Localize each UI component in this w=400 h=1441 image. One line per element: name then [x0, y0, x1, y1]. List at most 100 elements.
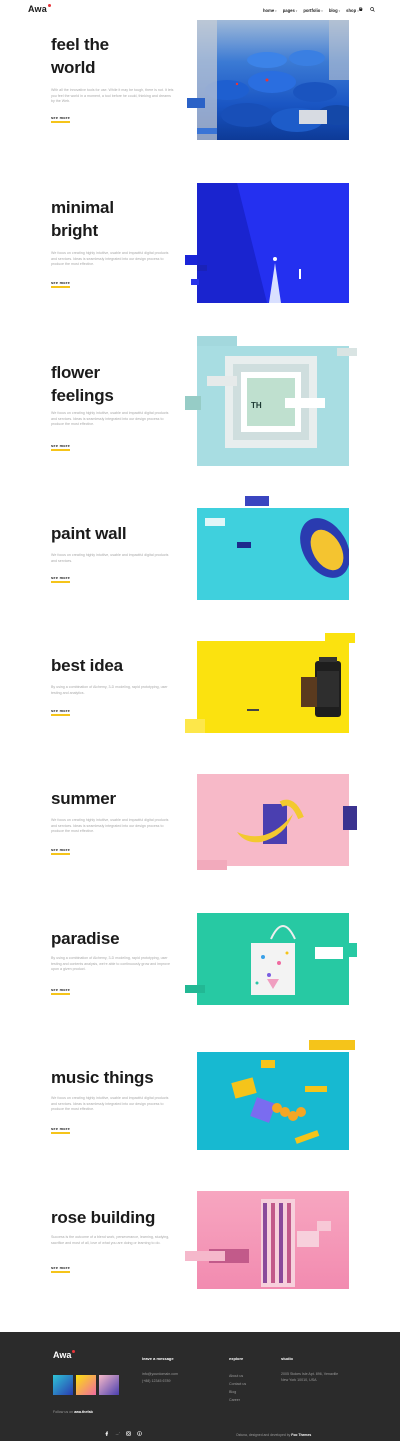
see-more-link[interactable]: see more [51, 444, 71, 451]
music-things-image[interactable] [197, 1040, 355, 1150]
glitch-fragment [185, 719, 205, 733]
section-title[interactable]: best idea [51, 654, 123, 677]
facebook-icon[interactable] [104, 1431, 109, 1436]
glitch-fragment [325, 633, 355, 643]
leave-message-heading: leave a message [142, 1356, 174, 1361]
section-description: We focus on creating highly intuitive, u… [51, 411, 169, 427]
explore-links: About us Contact us Blog Career [229, 1372, 246, 1404]
footer-link-career[interactable]: Career [229, 1396, 246, 1404]
site-footer: Awa Follow us on awa.thefab leave a mess… [0, 1332, 400, 1441]
section-description: We focus on creating highly intuitive, u… [51, 251, 169, 267]
glitch-fragment [245, 496, 269, 506]
see-more-link[interactable]: see more [51, 281, 71, 288]
twitter-icon[interactable] [115, 1431, 120, 1436]
svg-text:TH: TH [251, 401, 262, 410]
studio-heading: studio [281, 1356, 293, 1361]
glitch-fragment [347, 943, 357, 957]
see-more-link[interactable]: see more [51, 988, 71, 995]
follow-us-text: Follow us on awa.thefab [53, 1410, 93, 1414]
cart-icon[interactable] [358, 7, 363, 12]
nav-shop[interactable]: shop▾ [346, 8, 359, 13]
footer-link-contact[interactable]: Contact us [229, 1380, 246, 1388]
music-scene [231, 1060, 327, 1144]
glitch-fragment [197, 336, 237, 346]
see-more-link[interactable]: see more [51, 709, 71, 716]
glitch-fragment [191, 279, 199, 285]
film-roll-image[interactable] [185, 633, 355, 733]
tote-bag-image[interactable] [185, 913, 357, 1005]
blue-wall-image[interactable] [185, 183, 349, 303]
frame-scene: TH [207, 356, 325, 448]
explore-heading: explore [229, 1356, 244, 1361]
section-description: With all the innovative tools for use. W… [51, 88, 174, 104]
logo-dot [47, 4, 51, 7]
footer-link-blog[interactable]: Blog [229, 1388, 246, 1396]
see-more-link[interactable]: see more [51, 1127, 71, 1134]
tote-bag-scene [251, 925, 343, 995]
section-title[interactable]: rose building [51, 1206, 155, 1229]
section-title[interactable]: summer [51, 787, 116, 810]
banana-scene [237, 799, 304, 844]
section-description: By using a combination of Alchemy, 3-D m… [51, 956, 170, 972]
glitch-fragment [337, 348, 357, 356]
search-icon[interactable] [370, 7, 375, 12]
see-more-link[interactable]: see more [51, 576, 71, 583]
studio-address: 2005 Stokes Isle Apt. 896, Venaville New… [281, 1372, 339, 1382]
instagram-icon[interactable] [126, 1431, 131, 1436]
see-more-link[interactable]: see more [51, 116, 71, 123]
pink-building-image[interactable] [185, 1191, 349, 1289]
sneaker-scene [205, 518, 349, 578]
blue-umbrellas-image[interactable] [187, 20, 349, 140]
section-title[interactable]: paradise [51, 927, 120, 950]
contact-phone: (+88) 12345 6789 [142, 1379, 171, 1383]
site-header: Awa home▾ pages▾ portfolio▾ blog▾ shop▾ [0, 0, 400, 20]
glitch-fragment [309, 1040, 355, 1050]
glitch-fragment [187, 98, 205, 108]
glitch-fragment [343, 806, 357, 830]
instagram-thumb[interactable] [76, 1375, 96, 1395]
instagram-thumb[interactable] [53, 1375, 73, 1395]
author-link[interactable]: Foo Themes [291, 1433, 311, 1437]
section-description: We focus on creating highly intuitive, u… [51, 553, 169, 563]
frame-mockup-image[interactable]: TH [185, 336, 357, 466]
glitch-fragment [317, 1221, 331, 1231]
contact-email[interactable]: info@yourdomain.com [142, 1372, 178, 1378]
glitch-fragment [197, 860, 227, 870]
nav-pages[interactable]: pages▾ [283, 8, 298, 13]
section-description: By using a combination of Alchemy, 3-D m… [51, 685, 168, 695]
instagram-handle-link[interactable]: awa.thefab [74, 1410, 93, 1414]
instagram-thumbnails [53, 1375, 119, 1395]
section-title[interactable]: minimal bright [51, 196, 114, 242]
building-scene [209, 1199, 319, 1287]
nav-portfolio[interactable]: portfolio▾ [303, 8, 323, 13]
site-logo[interactable]: Awa [28, 4, 51, 14]
nav-home[interactable]: home▾ [263, 8, 277, 13]
glitch-fragment [185, 396, 201, 410]
cyan-sneaker-image[interactable] [197, 496, 349, 600]
section-title[interactable]: feel the world [51, 33, 109, 79]
section-description: We focus on creating highly intuitive, u… [51, 818, 169, 834]
section-title[interactable]: flower feelings [51, 361, 114, 407]
see-more-link[interactable]: see more [51, 848, 71, 855]
footer-link-about[interactable]: About us [229, 1372, 246, 1380]
nav-blog[interactable]: blog▾ [329, 8, 340, 13]
glitch-fragment [185, 985, 205, 993]
main-nav: home▾ pages▾ portfolio▾ blog▾ shop▾ [263, 8, 359, 13]
logo-dot [72, 1350, 76, 1353]
footer-logo[interactable]: Awa [53, 1350, 76, 1360]
section-title[interactable]: paint wall [51, 522, 127, 545]
section-description: We focus on creating highly intuitive, u… [51, 1096, 169, 1112]
glitch-fragment [299, 110, 327, 124]
instagram-thumb[interactable] [99, 1375, 119, 1395]
section-title[interactable]: music things [51, 1066, 154, 1089]
glitch-fragment [185, 1251, 225, 1261]
copyright-text: Ostuna, designed and developed by Foo Th… [236, 1433, 312, 1437]
film-roll-scene [247, 657, 341, 717]
pinterest-icon[interactable] [137, 1431, 142, 1436]
social-links [104, 1431, 142, 1436]
glitch-fragment [185, 255, 197, 265]
see-more-link[interactable]: see more [51, 1266, 71, 1273]
banana-image[interactable] [197, 774, 357, 870]
glitch-fragment [197, 128, 217, 134]
section-description: Success is the outcome of a blend work, … [51, 1235, 170, 1245]
